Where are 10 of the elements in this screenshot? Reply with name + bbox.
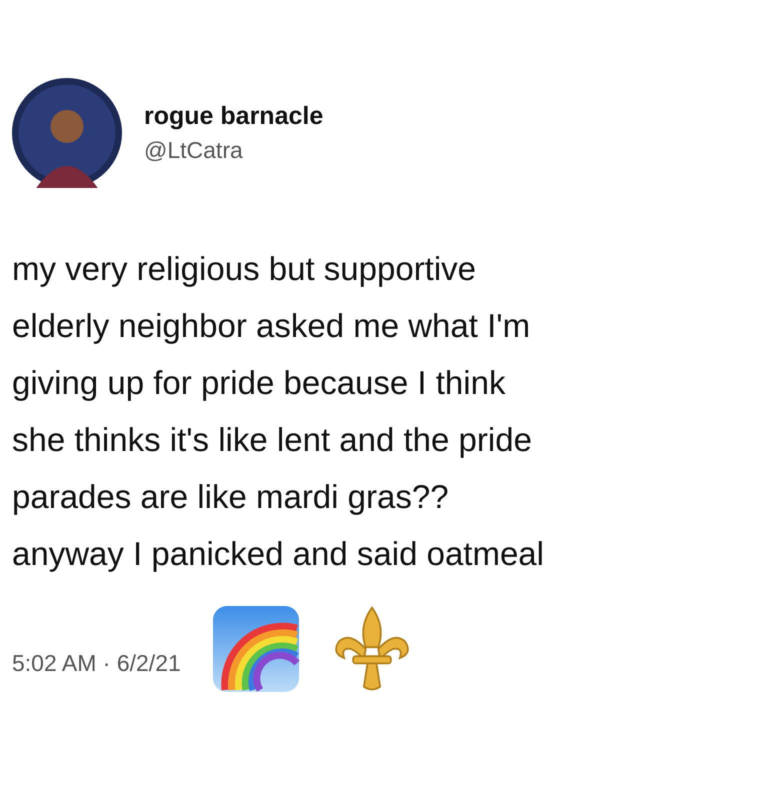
tweet-text-line: elderly neighbor asked me what I'm <box>12 306 532 346</box>
rainbow-icon <box>210 604 301 694</box>
author-handle: @LtCatra <box>144 137 244 164</box>
tweet-timestamp: 5:02 AM · 6/2/21 <box>12 650 181 676</box>
tweet-text-line: parades are like mardi gras?? <box>12 477 450 517</box>
tweet-text-line: anyway I panicked and said oatmeal <box>12 534 545 574</box>
tweet-text-line: she thinks it's like lent and the pride <box>12 420 533 460</box>
author-name: rogue barnacle <box>144 102 324 131</box>
tweet-text-line: my very religious but supportive <box>12 249 478 289</box>
tweet-text-line: giving up for pride because I think <box>12 363 506 403</box>
